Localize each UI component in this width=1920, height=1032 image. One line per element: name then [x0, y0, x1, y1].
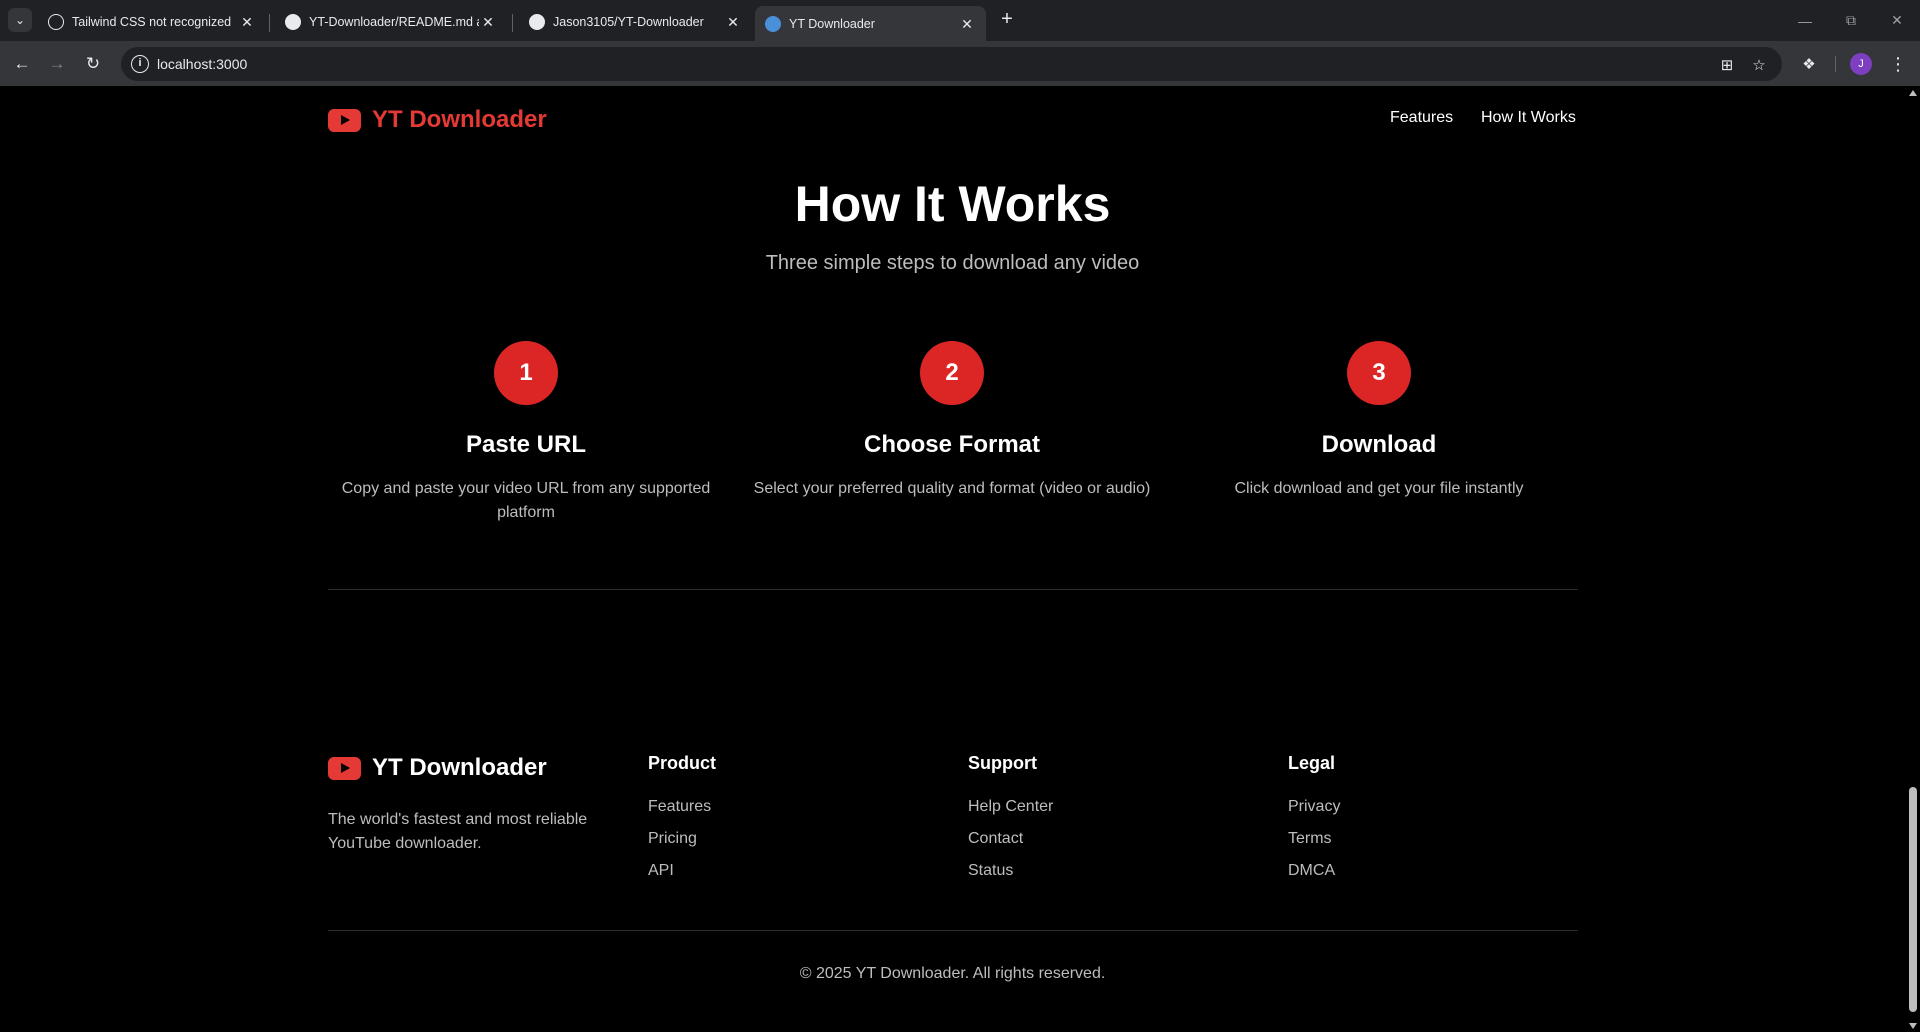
minimize-icon: —	[1798, 12, 1812, 29]
footer-link-features[interactable]: Features	[648, 797, 716, 816]
globe-icon	[765, 15, 781, 32]
profile-avatar[interactable]: J	[1850, 53, 1872, 75]
browser-tab[interactable]: YT-Downloader/README.md at ✕	[275, 6, 507, 38]
close-icon[interactable]: ✕	[724, 13, 742, 31]
browser-tab[interactable]: Tailwind CSS not recognized ✕	[38, 6, 266, 38]
page-viewport: YT Downloader Features How It Works How …	[0, 87, 1905, 1032]
tab-strip: ⌄ Tailwind CSS not recognized ✕ YT-Downl…	[0, 0, 1920, 41]
minimize-button[interactable]: —	[1782, 0, 1828, 41]
back-button[interactable]: ←	[8, 50, 36, 78]
tab-separator	[269, 14, 270, 32]
reload-icon: ↻	[85, 54, 101, 73]
section-subtitle: Three simple steps to download any video	[765, 252, 1140, 274]
new-tab-button[interactable]: +	[995, 8, 1019, 32]
footer-logo[interactable]: YT Downloader	[328, 754, 547, 782]
browser-menu-button[interactable]: ⋮	[1886, 51, 1910, 77]
arrow-left-icon: ←	[13, 54, 31, 73]
footer-link-contact[interactable]: Contact	[968, 829, 1053, 848]
footer-link-api[interactable]: API	[648, 861, 716, 880]
footer-column-legal: Legal Privacy Terms DMCA	[1288, 753, 1340, 880]
bookmark-star-icon[interactable]: ☆	[1748, 54, 1770, 76]
footer-link-privacy[interactable]: Privacy	[1288, 797, 1340, 816]
footer-link-pricing[interactable]: Pricing	[648, 829, 716, 848]
window-close-button[interactable]: ✕	[1874, 0, 1920, 41]
reload-button[interactable]: ↻	[79, 50, 107, 78]
close-icon: ✕	[1891, 12, 1903, 28]
close-icon[interactable]: ✕	[958, 15, 976, 33]
step-card: 1 Paste URL Copy and paste your video UR…	[313, 341, 739, 525]
footer-column-support: Support Help Center Contact Status	[968, 753, 1053, 880]
forward-button[interactable]: →	[43, 50, 71, 78]
header-logo-text: YT Downloader	[372, 106, 547, 133]
footer-column-heading: Product	[648, 753, 717, 773]
github-icon	[285, 14, 301, 30]
tab-title: Jason3105/YT-Downloader	[553, 15, 704, 29]
step-title: Paste URL	[465, 431, 587, 458]
section-title: How It Works	[794, 176, 1111, 232]
close-icon[interactable]: ✕	[238, 13, 256, 31]
footer-link-dmca[interactable]: DMCA	[1288, 861, 1340, 880]
tab-search-button[interactable]: ⌄	[8, 8, 32, 32]
footer-column-heading: Legal	[1288, 753, 1336, 773]
tab-title: YT Downloader	[789, 16, 875, 31]
step-number-badge: 2	[920, 341, 984, 405]
scrollbar-thumb[interactable]	[1909, 787, 1917, 1012]
youtube-logo-icon	[328, 756, 361, 780]
url-text[interactable]: localhost:3000	[157, 56, 247, 72]
browser-tab-active[interactable]: YT Downloader ✕	[755, 6, 986, 41]
site-info-icon[interactable]: i	[131, 55, 149, 73]
footer-about-text: The world's fastest and most reliable Yo…	[328, 811, 588, 852]
page-scrollbar[interactable]	[1905, 87, 1920, 1032]
tab-title: Tailwind CSS not recognized	[72, 15, 232, 29]
footer-link-help-center[interactable]: Help Center	[968, 797, 1053, 816]
step-description: Copy and paste your video URL from any s…	[341, 480, 711, 521]
footer-link-terms[interactable]: Terms	[1288, 829, 1340, 848]
plus-icon: +	[1001, 8, 1013, 30]
step-card: 3 Download Click download and get your f…	[1166, 341, 1592, 501]
restore-button[interactable]: ⧉	[1828, 0, 1874, 41]
section-divider	[328, 589, 1578, 590]
browser-chrome: ⌄ Tailwind CSS not recognized ✕ YT-Downl…	[0, 0, 1920, 87]
arrow-right-icon: →	[48, 54, 66, 73]
nav-how-it-works-link[interactable]: How It Works	[1481, 109, 1576, 127]
scroll-down-arrow-icon[interactable]	[1909, 1023, 1917, 1029]
step-title: Download	[1321, 431, 1437, 458]
step-number-badge: 1	[494, 341, 558, 405]
scroll-up-arrow-icon[interactable]	[1909, 90, 1917, 96]
address-bar[interactable]: i localhost:3000 ⊞ ☆	[121, 47, 1782, 81]
extensions-button[interactable]: ❖	[1796, 51, 1822, 77]
step-description: Click download and get your file instant…	[1234, 480, 1524, 497]
step-number-badge: 3	[1347, 341, 1411, 405]
step-title: Choose Format	[863, 431, 1040, 458]
puzzle-icon: ❖	[1802, 56, 1816, 73]
tab-separator	[512, 14, 513, 32]
youtube-logo-icon	[328, 108, 361, 132]
openai-icon	[48, 14, 64, 30]
browser-tab[interactable]: Jason3105/YT-Downloader ✕	[519, 6, 752, 38]
chevron-down-icon: ⌄	[14, 13, 26, 27]
header-logo[interactable]: YT Downloader	[328, 106, 547, 134]
copyright-text: © 2025 YT Downloader. All rights reserve…	[799, 965, 1106, 982]
footer-divider	[328, 930, 1578, 931]
github-icon	[529, 14, 545, 30]
nav-features-link[interactable]: Features	[1390, 109, 1453, 127]
toolbar-separator	[1835, 56, 1836, 72]
footer-link-status[interactable]: Status	[968, 861, 1053, 880]
footer-column-product: Product Features Pricing API	[648, 753, 716, 880]
step-description: Select your preferred quality and format…	[753, 480, 1151, 497]
step-card: 2 Choose Format Select your preferred qu…	[739, 341, 1165, 501]
more-vertical-icon: ⋮	[1889, 53, 1907, 74]
footer-column-heading: Support	[968, 753, 1037, 773]
browser-toolbar: ← → ↻ i localhost:3000 ⊞ ☆ ❖ J ⋮	[0, 41, 1920, 87]
close-icon[interactable]: ✕	[479, 13, 497, 31]
restore-icon: ⧉	[1846, 12, 1856, 28]
footer-logo-text: YT Downloader	[372, 754, 547, 781]
install-app-icon[interactable]: ⊞	[1716, 54, 1738, 76]
tab-title: YT-Downloader/README.md at	[309, 15, 479, 29]
